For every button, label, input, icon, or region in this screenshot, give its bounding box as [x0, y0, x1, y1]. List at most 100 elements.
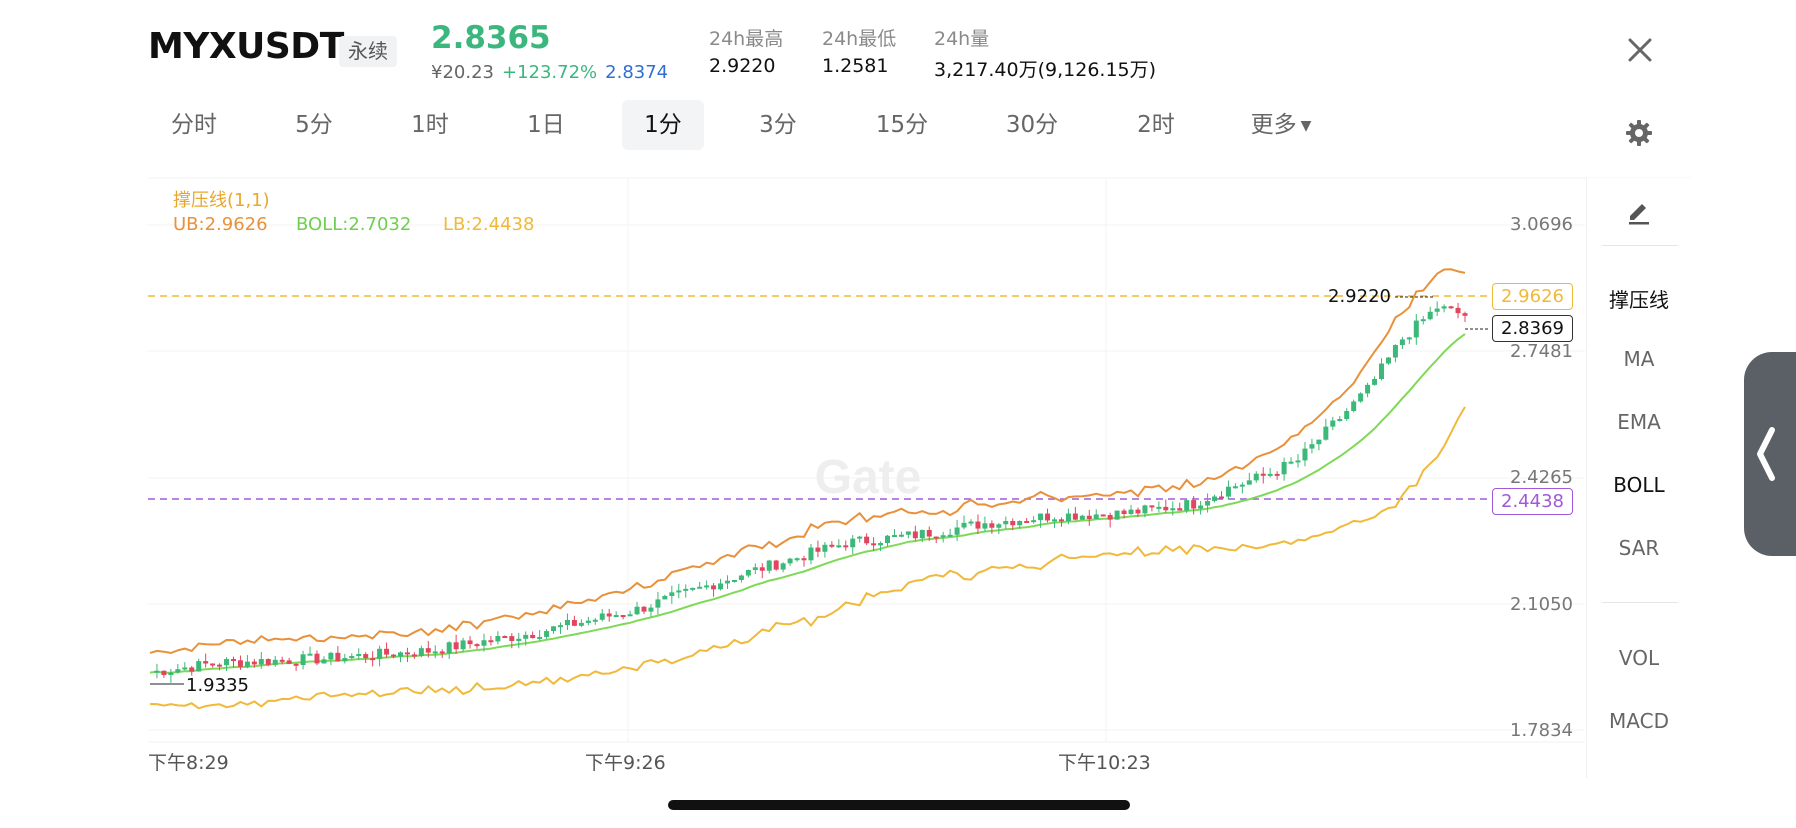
candle-body	[154, 670, 160, 673]
legend-lb: LB:2.4438	[443, 214, 535, 235]
side-drawer-handle[interactable]	[1744, 352, 1796, 556]
candle-body	[1212, 496, 1218, 502]
candle-body	[1232, 486, 1238, 489]
candle-body	[551, 626, 557, 632]
indicator-support-resistance[interactable]: 撑压线	[1586, 284, 1692, 313]
x-axis-label: 下午8:29	[148, 752, 229, 774]
candle-body	[947, 534, 953, 537]
candle-body	[898, 534, 904, 537]
candle-body	[1246, 480, 1252, 485]
candle-body	[537, 636, 543, 639]
current-price-tag: 2.8369	[1492, 315, 1573, 342]
y-axis-label: 1.7834	[1510, 720, 1573, 741]
candle-body	[648, 607, 654, 612]
candle-body	[1065, 513, 1071, 522]
candle-body	[1024, 521, 1030, 524]
candle-body	[502, 636, 508, 639]
candle-body	[1295, 460, 1301, 463]
candle-body	[1385, 357, 1391, 364]
candle-body	[578, 622, 584, 626]
candle-body	[808, 547, 814, 561]
candle-body	[996, 524, 1002, 528]
candle-body	[704, 585, 710, 588]
candle-body	[300, 654, 306, 666]
candle-body	[1218, 496, 1224, 499]
candle-body	[1017, 521, 1023, 526]
candle-body	[1114, 510, 1120, 520]
candle-body	[530, 634, 536, 639]
candle-body	[425, 648, 431, 653]
candle-body	[1372, 379, 1378, 385]
indicator-macd[interactable]: MACD	[1586, 709, 1692, 733]
candle-body	[258, 659, 264, 665]
candle-body	[203, 661, 209, 664]
candle-body	[1455, 307, 1461, 314]
candle-body	[370, 658, 376, 661]
indicator-vol[interactable]: VOL	[1586, 646, 1692, 670]
candle-body	[1107, 515, 1113, 520]
candle-body	[481, 640, 487, 646]
candle-body	[1031, 520, 1037, 523]
candle-body	[1441, 306, 1447, 309]
indicator-ema[interactable]: EMA	[1586, 410, 1692, 434]
draw-tool-button[interactable]	[1586, 196, 1692, 231]
candle-body	[620, 615, 626, 618]
candle-body	[453, 642, 459, 650]
candle-body	[1420, 319, 1426, 322]
candle-body	[968, 521, 974, 524]
candle-body	[954, 527, 960, 535]
candle-body	[1462, 313, 1468, 316]
candle-body	[196, 661, 202, 672]
candle-body	[1413, 320, 1419, 338]
candle-body	[864, 536, 870, 544]
candle-body	[989, 523, 995, 528]
candle-body	[272, 659, 278, 665]
candle-body	[182, 667, 188, 670]
candle-body	[961, 522, 967, 528]
candle-body	[356, 654, 362, 657]
candle-body	[509, 636, 515, 641]
candle-body	[885, 535, 891, 544]
candle-body	[613, 615, 619, 618]
candle-body	[585, 620, 591, 623]
candle-body	[210, 663, 216, 666]
candle-body	[244, 661, 250, 667]
candle-body	[1051, 519, 1057, 522]
candle-body	[940, 535, 946, 538]
ub-price-tag: 2.9626	[1492, 283, 1573, 310]
candle-body	[224, 659, 230, 666]
candle-body	[933, 536, 939, 539]
candle-body	[1344, 410, 1350, 420]
ub-band-line	[149, 268, 1466, 655]
indicator-ma[interactable]: MA	[1586, 347, 1692, 371]
candle-body	[175, 669, 181, 673]
indicator-sar[interactable]: SAR	[1586, 536, 1692, 560]
candle-body	[1079, 515, 1085, 520]
candle-body	[564, 619, 570, 626]
candle-body	[488, 640, 494, 643]
indicator-boll[interactable]: BOLL	[1586, 473, 1692, 497]
low-marker: 1.9335	[186, 675, 249, 696]
candle-body	[1072, 513, 1078, 520]
candle-body	[731, 579, 737, 582]
candle-body	[676, 590, 682, 593]
candle-body	[1093, 514, 1099, 520]
candle-body	[384, 648, 390, 655]
candle-body	[349, 656, 355, 659]
panel-divider	[1602, 245, 1678, 246]
candle-body	[1121, 510, 1127, 514]
candle-body	[314, 653, 320, 664]
candle-body	[1086, 515, 1092, 520]
candle-body	[1274, 473, 1280, 476]
candle-body	[1288, 461, 1294, 464]
candle-body	[1225, 486, 1231, 497]
candlestick-chart[interactable]: Gate	[0, 0, 1796, 828]
candle-body	[391, 654, 397, 657]
candle-body	[1010, 521, 1016, 526]
candle-body	[1434, 308, 1440, 312]
candle-body	[1058, 519, 1064, 522]
x-axis-label: 下午10:23	[1058, 752, 1151, 774]
candle-body	[683, 588, 689, 591]
candle-body	[1038, 513, 1044, 521]
candle-body	[926, 529, 932, 537]
